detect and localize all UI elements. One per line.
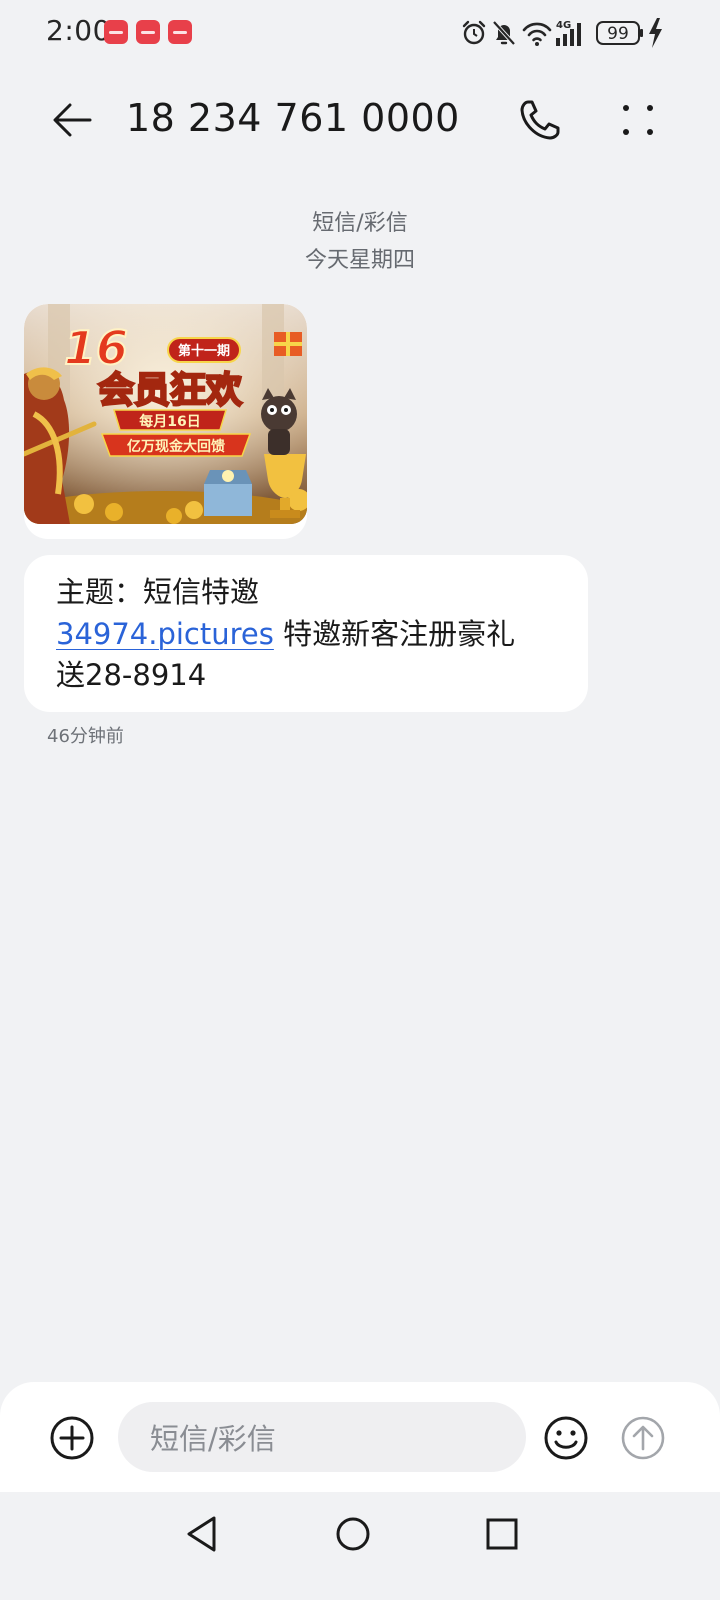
send-arrow-icon	[621, 1416, 665, 1460]
charging-icon	[649, 18, 662, 48]
status-indicators: 4G 99	[462, 18, 662, 48]
more-dots-icon	[623, 105, 653, 135]
alarm-icon	[462, 20, 486, 45]
mms-promo-image[interactable]: 16 第十一期 会员狂欢 每月16日 亿万现金大回馈	[24, 304, 307, 524]
back-arrow-icon	[53, 103, 92, 137]
call-button[interactable]	[508, 88, 572, 152]
mute-icon	[492, 20, 516, 46]
message-bubble[interactable]: 主题：短信特邀 34974.pictures 特邀新客注册豪礼 送28-8914	[24, 555, 588, 712]
message-subject: 主题：短信特邀	[56, 575, 260, 609]
svg-text:4G: 4G	[556, 20, 571, 31]
send-button[interactable]	[615, 1410, 671, 1466]
message-type-label: 短信/彩信	[312, 211, 408, 236]
nav-back-icon	[187, 1516, 216, 1552]
mms-cash-ribbon: 亿万现金大回馈	[127, 438, 225, 455]
app-notification-icon	[136, 20, 160, 44]
nav-recents-icon	[486, 1518, 518, 1550]
more-button[interactable]	[606, 88, 670, 152]
emoji-icon	[544, 1416, 588, 1460]
message-link[interactable]: 34974.pictures	[56, 617, 274, 651]
emoji-button[interactable]	[538, 1410, 594, 1466]
nav-back-button[interactable]	[172, 1504, 232, 1564]
app-notification-icon	[104, 20, 128, 44]
phone-icon	[520, 100, 560, 140]
message-body-line: 34974.pictures 特邀新客注册豪礼	[56, 614, 515, 654]
mms-image-bubble[interactable]: 16 第十一期 会员狂欢 每月16日 亿万现金大回馈	[24, 304, 307, 539]
contact-number: 18 234 761 0000	[126, 96, 460, 140]
status-time: 2:00	[46, 14, 111, 47]
mms-issue-badge: 第十一期	[178, 343, 230, 359]
mms-date-ribbon: 每月16日	[139, 413, 200, 430]
battery-level: 99	[607, 24, 629, 44]
back-button[interactable]	[40, 88, 104, 152]
nav-home-icon	[336, 1517, 370, 1551]
message-input-placeholder: 短信/彩信	[150, 1422, 276, 1456]
mms-headline-number: 16	[64, 321, 128, 375]
nav-recents-button[interactable]	[472, 1504, 532, 1564]
app-notification-icon	[168, 20, 192, 44]
message-timestamp: 46分钟前	[47, 726, 124, 747]
message-text: 特邀新客注册豪礼	[273, 617, 516, 651]
mms-headline: 会员狂欢	[98, 370, 242, 411]
nav-home-button[interactable]	[323, 1504, 383, 1564]
add-circle-icon	[50, 1416, 94, 1460]
message-input[interactable]: 短信/彩信	[118, 1402, 526, 1472]
battery-icon: 99	[596, 21, 643, 45]
wifi-icon	[522, 22, 552, 46]
4g-signal-icon: 4G	[556, 20, 581, 46]
add-attachment-button[interactable]	[44, 1410, 100, 1466]
message-text-last: 送28-8914	[56, 658, 207, 692]
date-label: 今天星期四	[304, 248, 415, 273]
